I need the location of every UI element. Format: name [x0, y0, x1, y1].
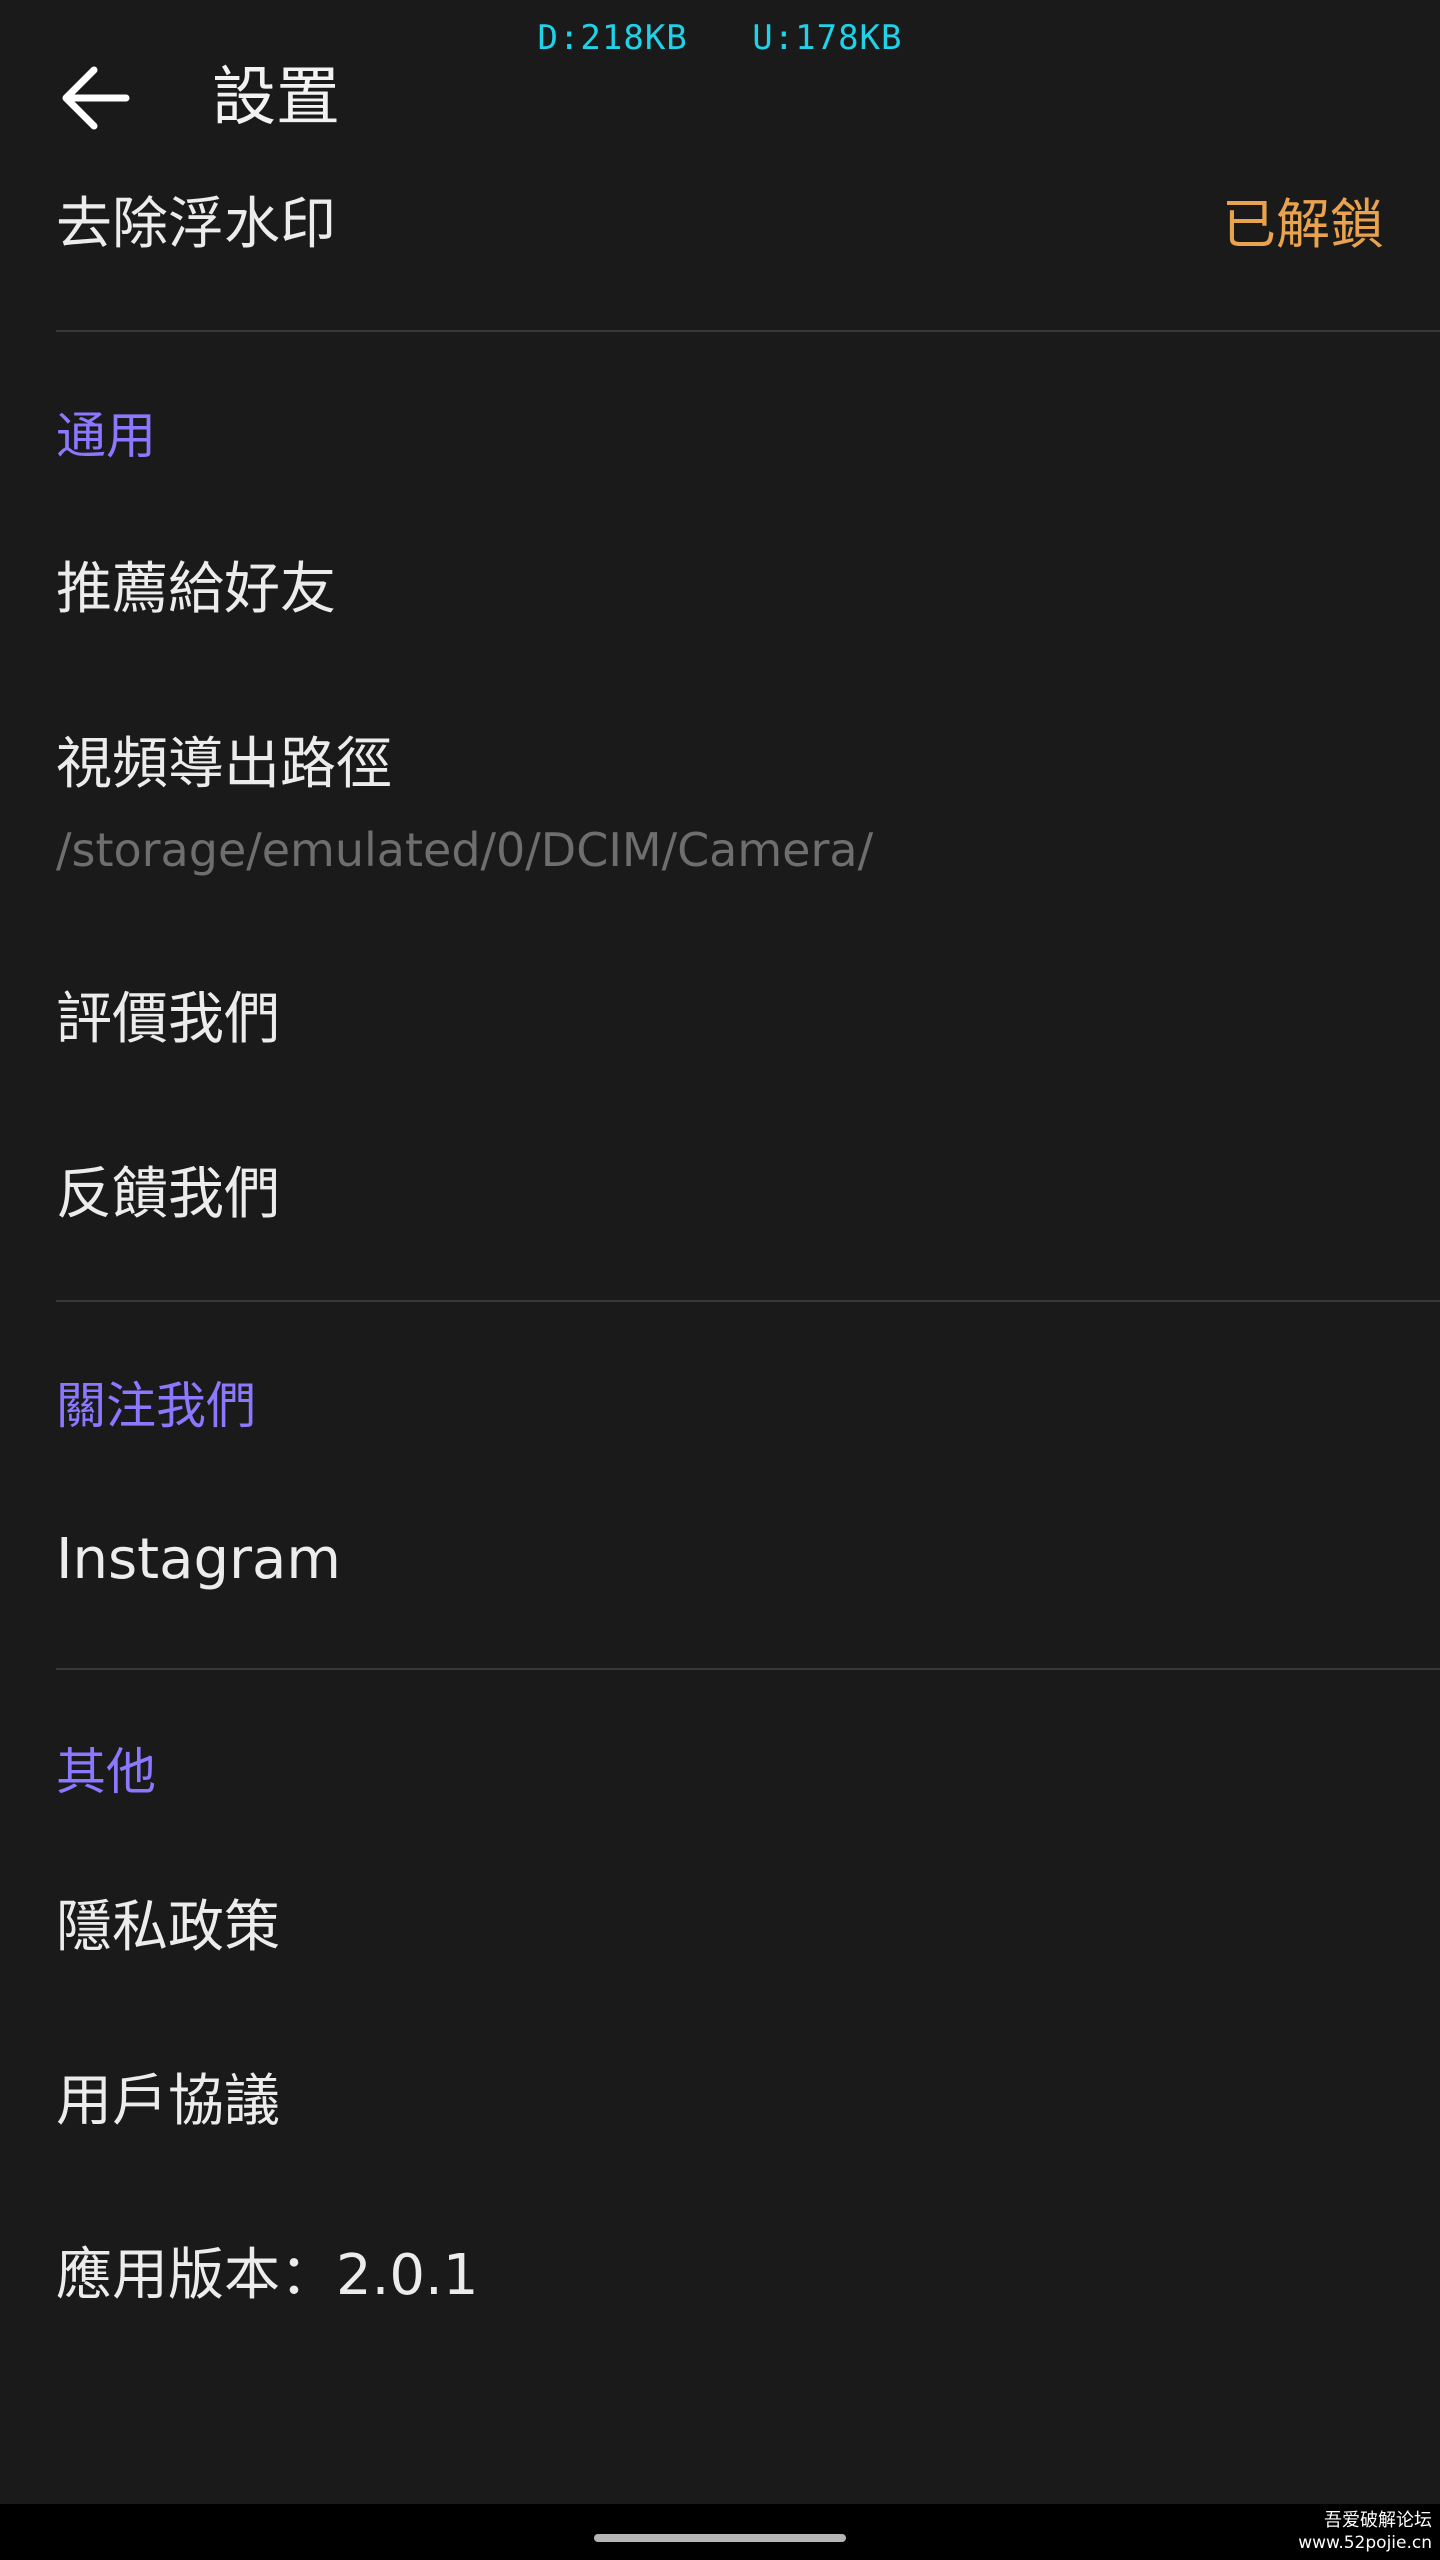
watermark-site-name: 吾爱破解论坛: [1324, 2510, 1432, 2531]
feedback-row[interactable]: 反饋我們: [0, 1135, 1440, 1255]
video-export-path-value: /storage/emulated/0/DCIM/Camera/: [56, 823, 874, 877]
divider: [56, 1668, 1440, 1670]
recommend-to-friends-label: 推薦給好友: [56, 557, 336, 622]
system-navigation-bar: [0, 2504, 1440, 2560]
section-header-general: 通用: [56, 407, 156, 465]
video-export-path-row[interactable]: 視頻導出路徑 /storage/emulated/0/DCIM/Camera/: [0, 700, 1440, 890]
section-header-follow-us: 關注我們: [56, 1377, 256, 1435]
corner-watermark: 吾爱破解论坛 www.52pojie.cn: [1298, 2510, 1432, 2554]
recommend-to-friends-row[interactable]: 推薦給好友: [0, 530, 1440, 650]
back-button[interactable]: [60, 64, 132, 132]
user-agreement-row[interactable]: 用戶協議: [0, 2042, 1440, 2162]
section-header-other: 其他: [56, 1743, 156, 1801]
divider: [56, 1300, 1440, 1302]
video-export-path-label: 視頻導出路徑: [56, 732, 392, 797]
watermark-site-url: www.52pojie.cn: [1298, 2533, 1432, 2553]
home-gesture-handle[interactable]: [594, 2534, 846, 2542]
instagram-label: Instagram: [56, 1527, 341, 1592]
remove-watermark-row[interactable]: 去除浮水印 已解鎖: [0, 170, 1440, 280]
privacy-policy-label: 隱私政策: [56, 1895, 280, 1960]
user-agreement-label: 用戶協議: [56, 2069, 280, 2134]
unlocked-status: 已解鎖: [1222, 193, 1384, 256]
arrow-left-icon: [62, 66, 130, 130]
remove-watermark-label: 去除浮水印: [56, 192, 336, 257]
rate-us-row[interactable]: 評價我們: [0, 960, 1440, 1080]
feedback-label: 反饋我們: [56, 1162, 280, 1227]
rate-us-label: 評價我們: [56, 987, 280, 1052]
page-title: 設置: [212, 61, 340, 135]
app-version-row: 應用版本：2.0.1: [0, 2216, 1440, 2336]
instagram-row[interactable]: Instagram: [0, 1500, 1440, 1620]
app-version-label: 應用版本：2.0.1: [56, 2243, 479, 2308]
divider: [56, 330, 1440, 332]
privacy-policy-row[interactable]: 隱私政策: [0, 1868, 1440, 1988]
app-bar: 設置: [0, 48, 1440, 148]
